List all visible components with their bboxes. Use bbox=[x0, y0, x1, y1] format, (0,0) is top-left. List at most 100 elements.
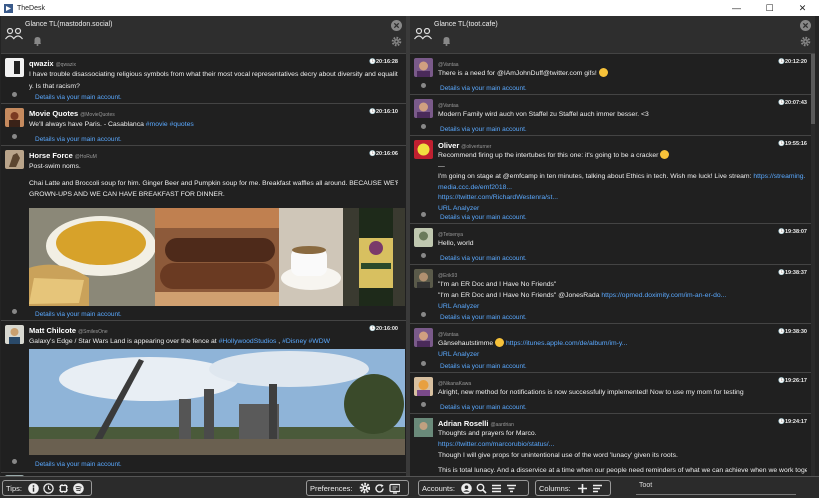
url-link[interactable]: https://itunes.apple.com/de/album/im-y..… bbox=[506, 340, 628, 347]
users-icon[interactable] bbox=[5, 27, 23, 42]
toot-item[interactable]: @Erik93 🕒19:38:37 "I'm an ER Doc and I H… bbox=[410, 265, 815, 324]
toot-input[interactable]: Toot bbox=[636, 480, 796, 495]
toot-time[interactable]: 🕒19:38:07 bbox=[778, 229, 807, 235]
toot-item[interactable]: @Tetsenya 🕒19:38:07 Hello, world Details… bbox=[410, 224, 815, 265]
display-name[interactable]: Matt Chilcote bbox=[29, 326, 76, 335]
url-link[interactable]: https://twitter.com/marcorubio/status/..… bbox=[438, 439, 807, 450]
toot-item[interactable]: Matt Chilcote @SmilesOne 🕒20:16:00 Galaxy… bbox=[1, 321, 406, 473]
settings-gear-icon[interactable] bbox=[359, 482, 370, 494]
media-image-ginger-beer[interactable] bbox=[343, 208, 405, 306]
hashtag-link[interactable]: #HollywoodStudios bbox=[219, 338, 277, 345]
display-name[interactable]: Oliver bbox=[438, 141, 459, 150]
url-link[interactable]: https://streaming. bbox=[753, 173, 805, 180]
close-column-icon[interactable] bbox=[391, 20, 402, 33]
toot-author[interactable]: qwazix @qwazix bbox=[29, 59, 76, 68]
media-image-soup[interactable] bbox=[29, 208, 155, 306]
scrollbar-thumb[interactable] bbox=[811, 54, 815, 124]
chip-icon[interactable] bbox=[58, 483, 69, 494]
url-analyzer-link[interactable]: URL Analyzer bbox=[438, 301, 807, 312]
toot-time[interactable]: 🕒19:26:17 bbox=[778, 378, 807, 384]
avatar[interactable] bbox=[5, 150, 24, 169]
avatar[interactable] bbox=[414, 377, 433, 396]
details-link[interactable]: Details via your main account. bbox=[440, 126, 527, 133]
bell-icon[interactable] bbox=[442, 36, 451, 48]
toot-author[interactable]: Oliver @oliverturner bbox=[438, 141, 491, 150]
toot-author[interactable]: @Erik93 bbox=[438, 270, 457, 279]
toot-time[interactable]: 🕒20:07:43 bbox=[778, 100, 807, 106]
bell-icon[interactable] bbox=[33, 36, 42, 48]
avatar[interactable] bbox=[5, 325, 24, 344]
avatar[interactable] bbox=[5, 108, 24, 127]
toot-time[interactable]: 🕒20:16:28 bbox=[369, 59, 398, 65]
avatar[interactable] bbox=[414, 140, 433, 159]
toot-author[interactable]: Horse Force @HoRuM bbox=[29, 151, 97, 160]
gear-icon[interactable] bbox=[800, 36, 811, 49]
details-link[interactable]: Details via your main account. bbox=[440, 363, 527, 370]
toot-author[interactable]: Matt Chilcote @SmilesOne bbox=[29, 326, 108, 335]
hashtag-link[interactable]: #Disney #WDW bbox=[282, 338, 330, 345]
toot-item[interactable]: @Vantaa 🕒19:38:30 Gänsehautstimme https:… bbox=[410, 324, 815, 373]
toot-time[interactable]: 🕒19:55:16 bbox=[778, 141, 807, 147]
toot-item[interactable]: Oliver @oliverturner 🕒19:55:16 Recommend … bbox=[410, 136, 815, 224]
toot-time[interactable]: 🕒19:38:30 bbox=[778, 329, 807, 335]
display-name[interactable]: Horse Force bbox=[29, 151, 73, 160]
account-icon[interactable] bbox=[461, 482, 472, 494]
toot-item[interactable]: qwazix @qwazix 🕒20:16:28 I have trouble d… bbox=[1, 54, 406, 104]
toot-time[interactable]: 🕒19:38:37 bbox=[778, 270, 807, 276]
toot-author[interactable]: @Tetsenya bbox=[438, 229, 463, 238]
toot-item[interactable]: @Vantaa 🕒20:07:43 Modern Family wird auc… bbox=[410, 95, 815, 136]
users-icon[interactable] bbox=[414, 27, 432, 42]
avatar[interactable] bbox=[5, 58, 24, 77]
url-link[interactable]: https://opmed.doximity.com/im-an-er-do..… bbox=[601, 292, 726, 299]
toot-item[interactable]: @NikanaKawa 🕒19:26:17 Alright, new metho… bbox=[410, 373, 815, 414]
avatar[interactable] bbox=[414, 228, 433, 247]
media-image-construction[interactable] bbox=[29, 349, 405, 455]
avatar[interactable] bbox=[414, 328, 433, 347]
url-analyzer-link[interactable]: URL Analyzer bbox=[438, 204, 807, 215]
details-link[interactable]: Details via your main account. bbox=[440, 255, 527, 262]
url-analyzer-link[interactable]: URL Analyzer bbox=[438, 349, 807, 360]
filter-icon[interactable] bbox=[506, 483, 517, 494]
avatar[interactable] bbox=[414, 99, 433, 118]
url-link[interactable]: https://twitter.com/RichardWestenra/st..… bbox=[438, 193, 807, 204]
details-link[interactable]: Details via your main account. bbox=[35, 136, 122, 143]
details-link[interactable]: Details via your main account. bbox=[440, 85, 527, 92]
clock-icon[interactable] bbox=[43, 482, 54, 494]
toot-time[interactable]: 🕒19:24:17 bbox=[778, 419, 807, 425]
details-link[interactable]: Details via your main account. bbox=[440, 314, 527, 321]
gear-icon[interactable] bbox=[391, 36, 402, 49]
monitor-icon[interactable] bbox=[388, 483, 400, 494]
details-link[interactable]: Details via your main account. bbox=[35, 311, 122, 318]
toot-item[interactable]: Movie Quotes @MovieQuotes 🕒20:16:10 We'll… bbox=[1, 104, 406, 146]
avatar[interactable] bbox=[414, 58, 433, 77]
avatar[interactable] bbox=[414, 269, 433, 288]
maximize-button[interactable]: ☐ bbox=[753, 0, 786, 16]
toot-item[interactable]: @Vantaa 🕒20:12:20 There is a need for @I… bbox=[410, 54, 815, 95]
details-link[interactable]: Details via your main account. bbox=[35, 94, 122, 101]
toot-time[interactable]: 🕒20:16:10 bbox=[369, 109, 398, 115]
display-name[interactable]: Movie Quotes bbox=[29, 109, 78, 118]
plus-icon[interactable] bbox=[577, 483, 588, 494]
spotify-icon[interactable] bbox=[73, 482, 84, 494]
toot-time[interactable]: 🕒20:12:20 bbox=[778, 59, 807, 65]
toot-author[interactable]: @Vantaa bbox=[438, 100, 459, 109]
list-icon[interactable] bbox=[491, 483, 502, 494]
toot-author[interactable]: @Vantaa bbox=[438, 329, 459, 338]
details-link[interactable]: Details via your main account. bbox=[440, 214, 527, 221]
close-column-icon[interactable] bbox=[800, 20, 811, 33]
media-image-tea[interactable] bbox=[279, 208, 343, 306]
close-window-button[interactable]: ✕ bbox=[786, 0, 819, 16]
display-name[interactable]: Adrian Roselli bbox=[438, 419, 488, 428]
details-link[interactable]: Details via your main account. bbox=[35, 461, 122, 468]
avatar[interactable] bbox=[414, 418, 433, 437]
minimize-button[interactable]: — bbox=[720, 0, 753, 16]
info-icon[interactable] bbox=[28, 482, 39, 494]
media-image-sausages[interactable] bbox=[155, 208, 279, 306]
refresh-icon[interactable] bbox=[374, 483, 385, 494]
display-name[interactable]: qwazix bbox=[29, 59, 54, 68]
scrollbar[interactable] bbox=[811, 54, 815, 476]
toot-author[interactable]: Adrian Roselli @aardrian bbox=[438, 419, 514, 428]
toot-author[interactable]: @NikanaKawa bbox=[438, 378, 471, 387]
toot-author[interactable]: Movie Quotes @MovieQuotes bbox=[29, 109, 115, 118]
toot-time[interactable]: 🕒20:16:06 bbox=[369, 151, 398, 157]
